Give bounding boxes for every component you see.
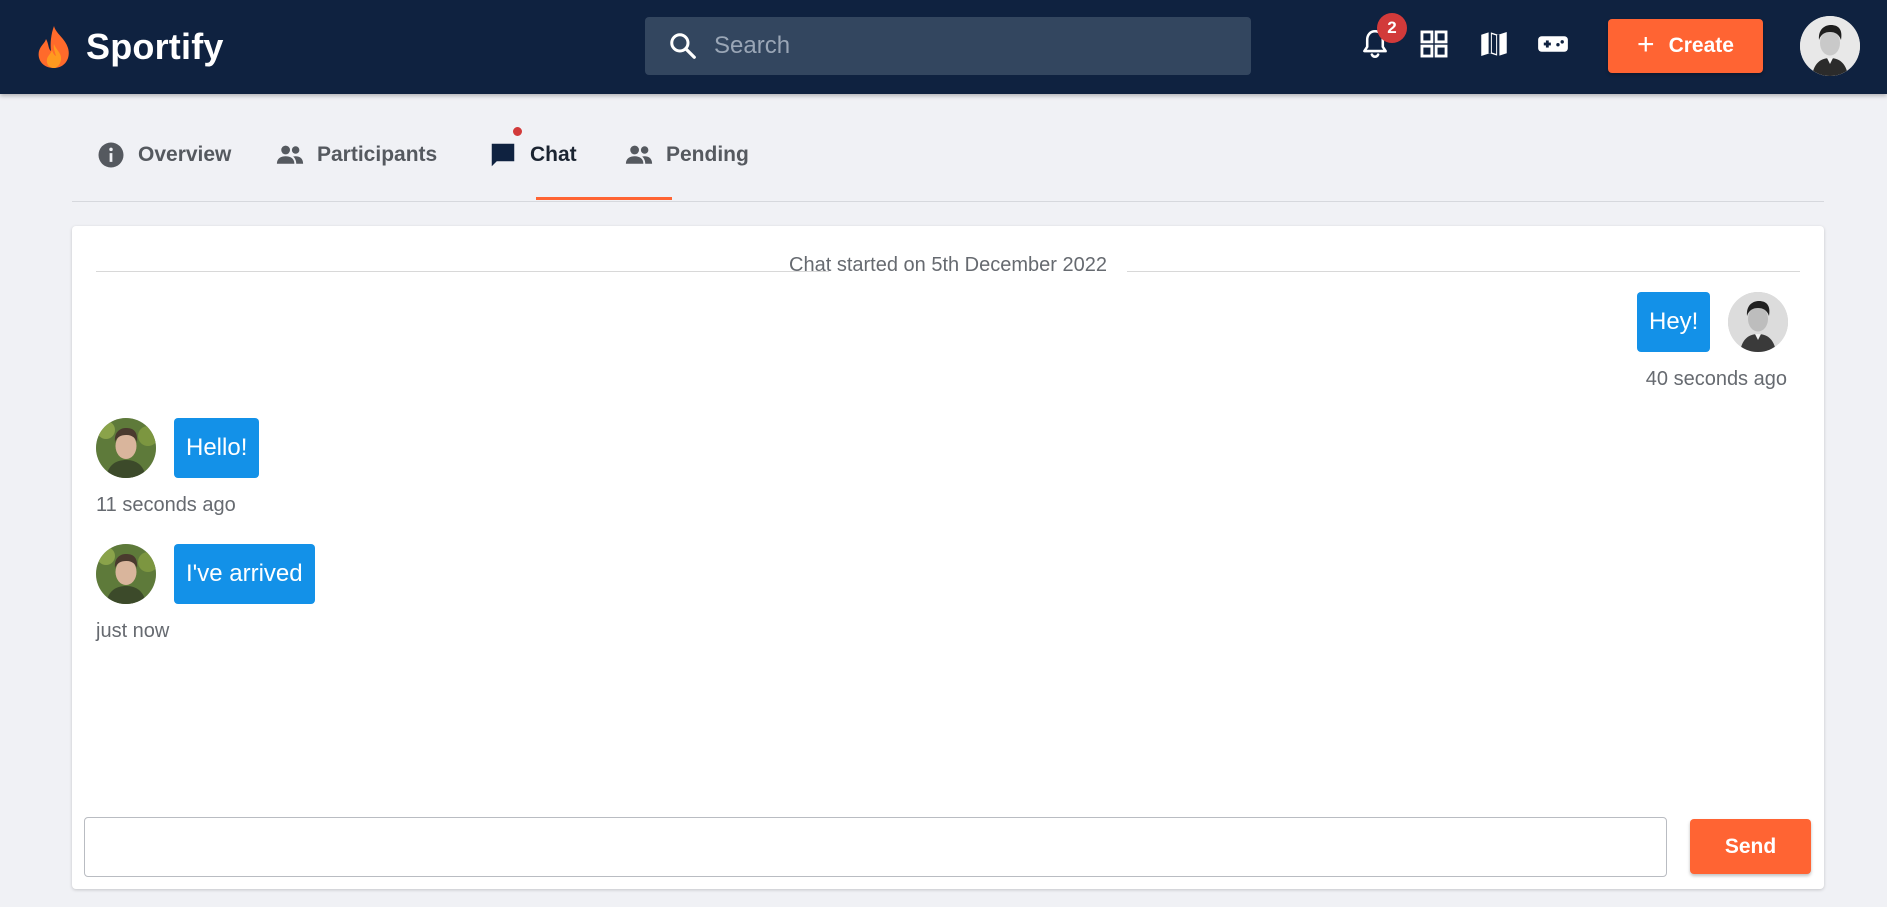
search-icon [670, 33, 696, 59]
send-button[interactable]: Send [1690, 819, 1811, 874]
active-tab-indicator [536, 197, 672, 200]
message-timestamp: just now [96, 620, 170, 642]
create-button-label: Create [1668, 34, 1734, 57]
search-bar[interactable] [645, 17, 1251, 75]
user-avatar[interactable] [1800, 16, 1860, 76]
gamepad-icon [1538, 36, 1568, 52]
plus-icon: + [1637, 27, 1655, 61]
tab-bar: Overview Participants Chat Pending [72, 110, 1824, 202]
message-bubble-sent: Hey! [1637, 292, 1711, 352]
people-icon [625, 145, 653, 164]
message-bubble-received: Hello! [174, 418, 260, 478]
grid-icon [1420, 30, 1448, 58]
flame-icon [38, 26, 69, 68]
app-name: Sportify [86, 26, 224, 67]
user-photo [96, 418, 156, 478]
notification-count-badge: 2 [1377, 13, 1407, 43]
message-input[interactable] [85, 818, 1666, 876]
user-photo [1728, 292, 1788, 352]
tab-participants[interactable]: Participants [275, 110, 437, 200]
tab-overview-label: Overview [138, 143, 232, 166]
send-button-label: Send [1724, 834, 1777, 858]
tab-chat-label: Chat [530, 143, 577, 166]
search-input[interactable] [714, 32, 1234, 60]
games-button[interactable] [1535, 26, 1571, 62]
tab-participants-label: Participants [317, 143, 438, 166]
tab-overview[interactable]: Overview [96, 110, 231, 200]
app-logo[interactable]: Sportify [32, 24, 224, 70]
info-icon [98, 142, 124, 168]
message-timestamp: 11 seconds ago [96, 494, 236, 516]
chat-icon [491, 143, 515, 167]
chat-panel: Chat started on 5th December 2022 Hey! 4… [72, 226, 1824, 889]
tab-pending[interactable]: Pending [624, 110, 749, 200]
user-photo [1800, 16, 1860, 76]
create-button[interactable]: + Create [1608, 19, 1763, 73]
people-icon [276, 145, 304, 164]
message-bubble-received: I've arrived [174, 544, 315, 604]
chat-start-label: Chat started on 5th December 2022 [789, 254, 1107, 276]
tab-chat[interactable]: Chat [488, 110, 577, 200]
top-navbar: Sportify 2 [0, 0, 1887, 94]
map-button[interactable] [1476, 26, 1512, 62]
user-photo [96, 544, 156, 604]
unread-dot [511, 125, 524, 138]
dashboard-button[interactable] [1416, 26, 1452, 62]
message-timestamp: 40 seconds ago [1645, 368, 1787, 390]
message-field[interactable] [84, 817, 1667, 877]
avatar[interactable] [96, 418, 156, 478]
avatar[interactable] [96, 544, 156, 604]
map-icon [1481, 31, 1507, 57]
tab-pending-label: Pending [666, 143, 749, 166]
avatar[interactable] [1728, 292, 1788, 352]
